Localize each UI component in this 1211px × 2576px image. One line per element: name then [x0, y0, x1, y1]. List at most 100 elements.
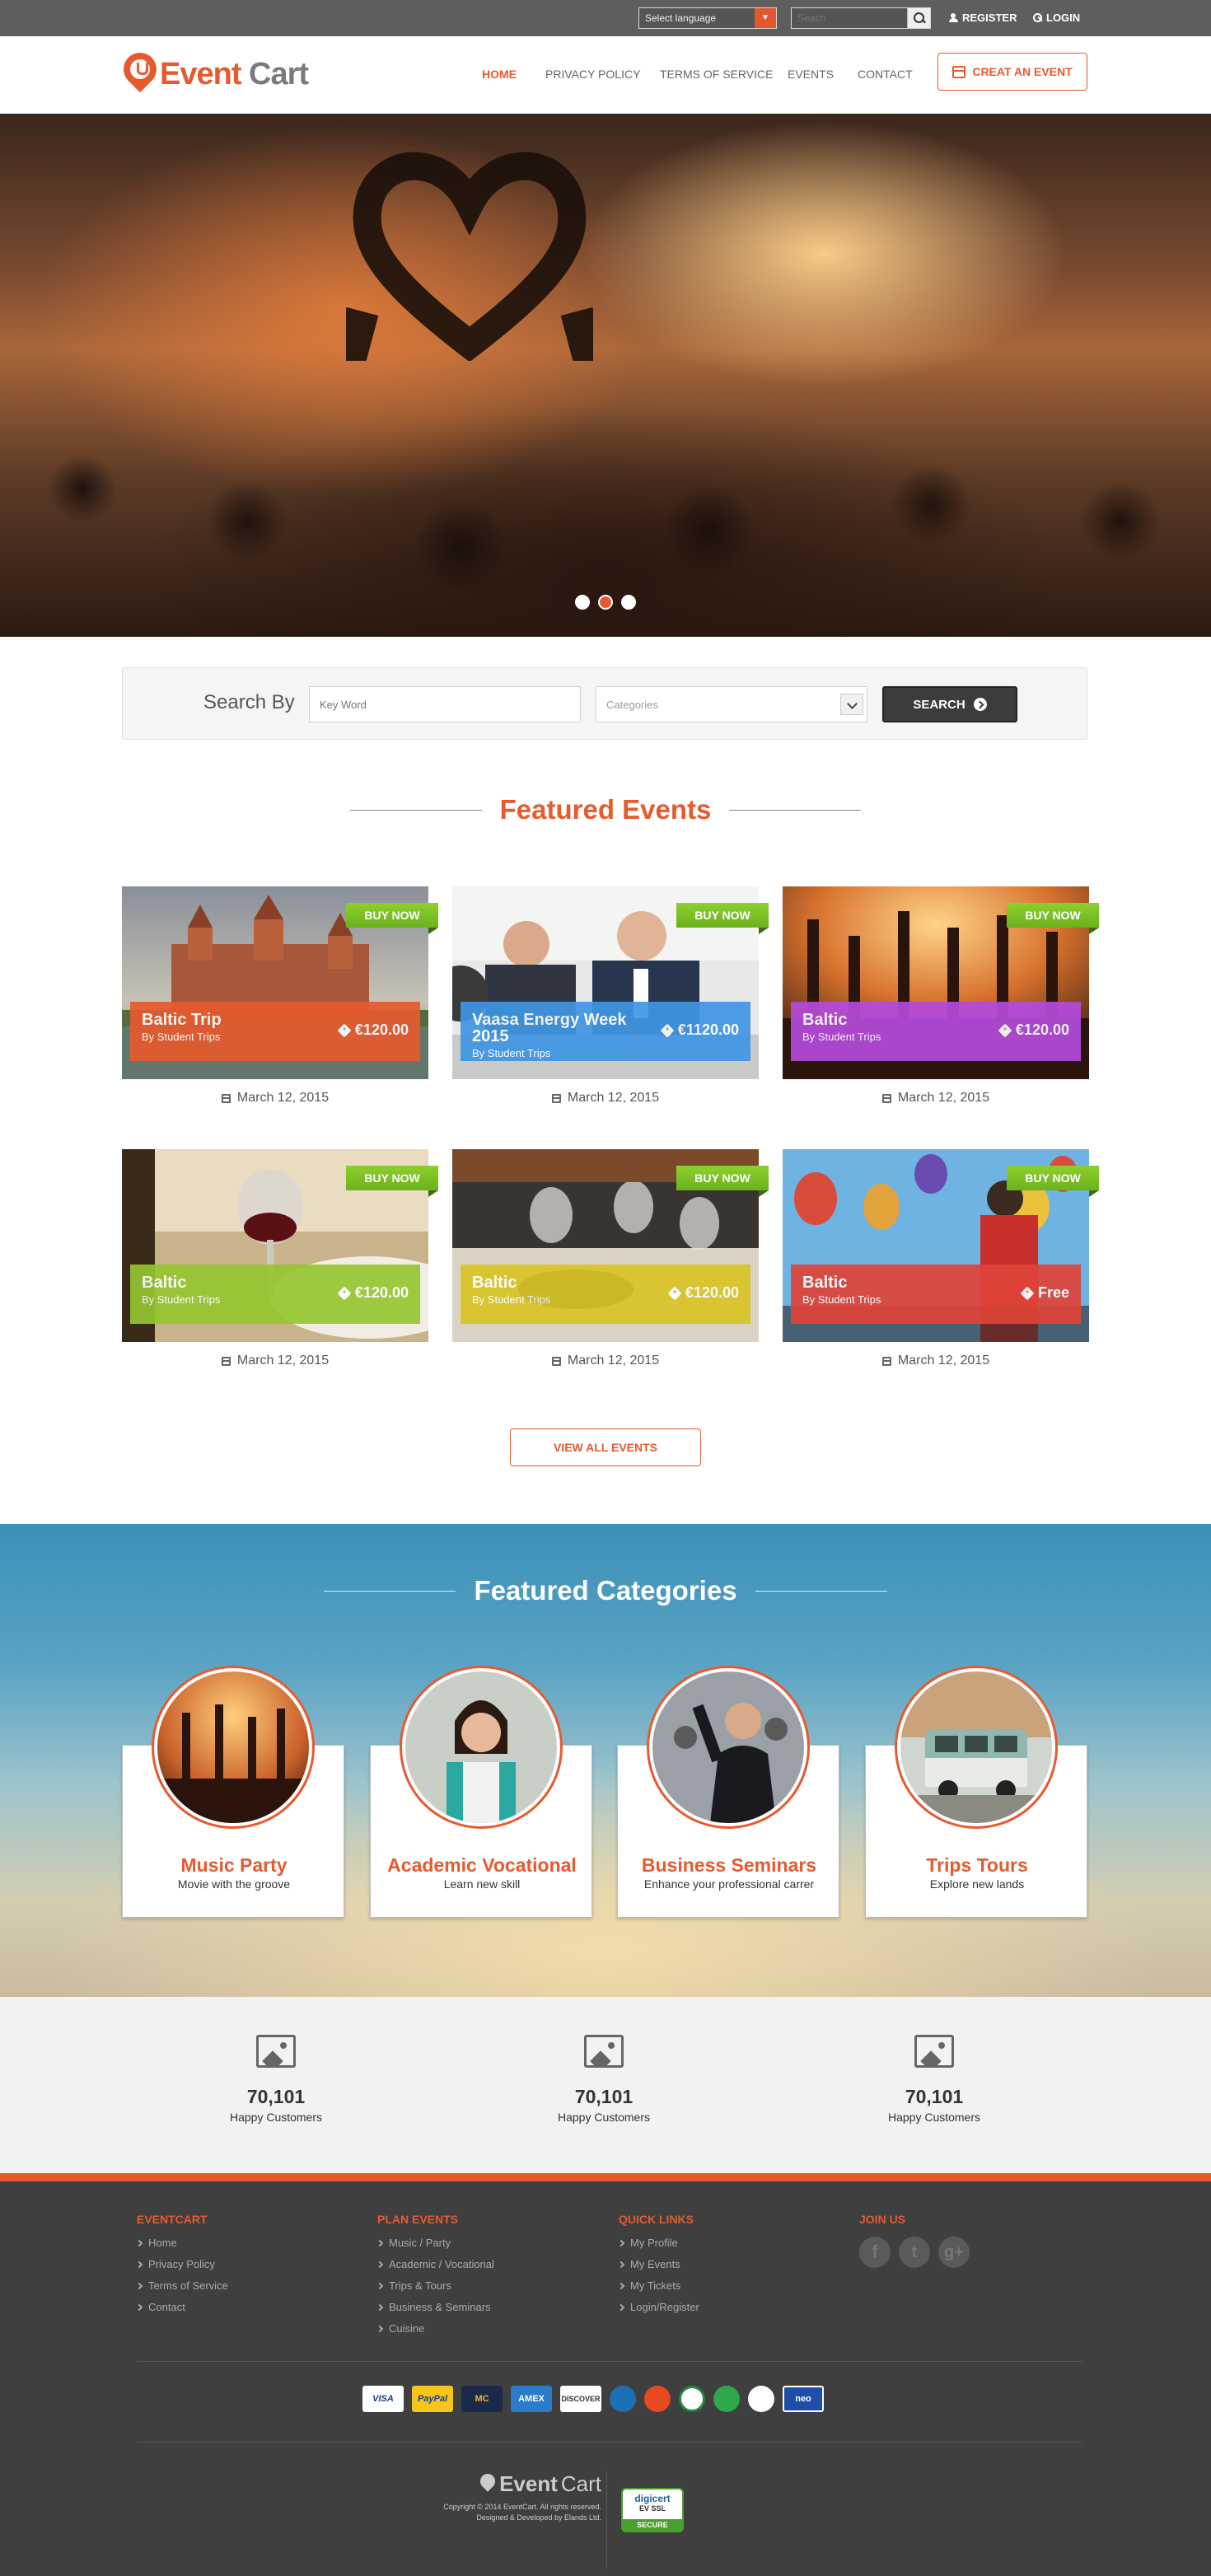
footer-link[interactable]: Home: [135, 2237, 228, 2249]
chevron-right-icon: [617, 2282, 625, 2289]
footer-link[interactable]: Cuisine: [376, 2322, 494, 2335]
category-image-business-seminars[interactable]: [647, 1666, 810, 1829]
chevron-right-icon: [135, 2239, 143, 2246]
chevron-down-icon[interactable]: ▼: [755, 8, 776, 28]
event-card[interactable]: BUY NOW Baltic By Student Trips Free Mar…: [783, 1149, 1099, 1367]
event-search-panel: Search By Categories SEARCH: [122, 667, 1087, 740]
stat-value: 70,101: [905, 2086, 964, 2107]
clover-icon: [679, 2386, 705, 2412]
footer-link[interactable]: My Profile: [617, 2237, 699, 2249]
nav-privacy-policy[interactable]: PRIVACY POLICY: [545, 68, 640, 81]
buy-now-button[interactable]: BUY NOW: [346, 903, 438, 934]
event-organizer: By Student Trips: [472, 1047, 551, 1059]
event-card[interactable]: BUY NOW Baltic By Student Trips €120.00 …: [452, 1149, 769, 1367]
visa-icon: VISA: [362, 2386, 404, 2412]
chevron-right-icon: [617, 2239, 625, 2246]
categories-select[interactable]: Categories: [596, 686, 867, 722]
login-link[interactable]: LOGIN: [1033, 12, 1080, 24]
footer-link[interactable]: Music / Party: [376, 2237, 494, 2249]
category-name: Academic Vocational: [387, 1854, 577, 1876]
chevron-down-icon[interactable]: [840, 694, 863, 715]
event-info-band: Baltic Trip By Student Trips €120.00: [130, 1002, 420, 1061]
footer-link[interactable]: My Tickets: [617, 2279, 699, 2292]
event-title: Baltic: [142, 1274, 187, 1292]
event-info-band: Baltic By Student Trips Free: [791, 1265, 1081, 1324]
featured-events-heading: Featured Events: [0, 794, 1211, 825]
event-date-value: March 12, 2015: [236, 1353, 330, 1367]
nav-home[interactable]: HOME: [482, 68, 517, 81]
footer-link[interactable]: Privacy Policy: [135, 2258, 228, 2270]
event-card[interactable]: BUY NOW Vaasa Energy Week 2015 By Studen…: [452, 886, 769, 1105]
chevron-right-icon: [376, 2282, 384, 2289]
event-card[interactable]: BUY NOW Baltic By Student Trips €120.00 …: [122, 1149, 438, 1367]
nav-contact[interactable]: CONTACT: [858, 68, 913, 81]
footer-link[interactable]: Academic / Vocational: [376, 2258, 494, 2270]
footer-link[interactable]: Business & Seminars: [376, 2301, 494, 2313]
buy-now-button[interactable]: BUY NOW: [676, 903, 769, 934]
view-all-events-button[interactable]: VIEW ALL EVENTS: [510, 1428, 701, 1466]
event-price-value: €120.00: [1015, 1022, 1069, 1038]
discover-icon: DISCOVER: [560, 2386, 601, 2412]
chevron-right-icon: [376, 2239, 384, 2246]
stat-label: Happy Customers: [229, 2111, 323, 2124]
event-price-value: €1120.00: [677, 1022, 739, 1038]
event-card[interactable]: BUY NOW Baltic By Student Trips €120.00 …: [783, 886, 1099, 1105]
event-price-value: €120.00: [685, 1284, 739, 1301]
register-link[interactable]: REGISTER: [949, 12, 1017, 24]
footer-link[interactable]: Terms of Service: [135, 2279, 228, 2292]
footer-link[interactable]: Trips & Tours: [376, 2279, 494, 2292]
logo-text-cart: Cart: [249, 56, 309, 91]
buy-now-button[interactable]: BUY NOW: [676, 1166, 769, 1197]
footer-col-title: QUICK LINKS: [619, 2213, 694, 2226]
facebook-icon[interactable]: f: [859, 2237, 891, 2268]
create-event-button[interactable]: CREAT AN EVENT: [937, 53, 1087, 91]
google-plus-icon[interactable]: g+: [938, 2237, 970, 2268]
footer-col-plan-events: PLAN EVENTS Music / Party Academic / Voc…: [376, 2213, 494, 2344]
top-search-input[interactable]: [792, 8, 907, 28]
twitter-icon[interactable]: t: [899, 2237, 930, 2268]
leaf-icon: [713, 2386, 740, 2412]
event-info-band: Baltic By Student Trips €120.00: [791, 1002, 1081, 1061]
footer-link[interactable]: Contact: [135, 2301, 228, 2313]
arrow-circle-icon: [973, 698, 987, 711]
title-divider: [755, 1590, 887, 1592]
footer-link[interactable]: Login/Register: [617, 2301, 699, 2313]
footer-link[interactable]: My Events: [617, 2258, 699, 2270]
event-card[interactable]: BUY NOW Baltic Trip By Student Trips €12…: [122, 886, 438, 1105]
calendar-icon: [881, 1356, 891, 1366]
register-label: REGISTER: [962, 12, 1017, 24]
slider-dot-1[interactable]: [575, 595, 590, 610]
category-image-academic-vocational[interactable]: [400, 1666, 563, 1829]
footer-logo: Event Cart Copyright © 2014 EventCart. Al…: [437, 2471, 601, 2523]
title-divider: [729, 809, 862, 811]
logo[interactable]: Event Cart: [116, 45, 309, 96]
price-tag-icon: [998, 1023, 1012, 1037]
price-tag-icon: [337, 1023, 352, 1037]
heart-hands-image: [346, 152, 593, 361]
footer-col-eventcart: EVENTCART Home Privacy Policy Terms of S…: [135, 2213, 228, 2322]
search-button[interactable]: SEARCH: [882, 686, 1017, 722]
footer-logo-event: Event: [499, 2471, 558, 2496]
event-price: €1120.00: [660, 1022, 739, 1039]
footer-link-label: Academic / Vocational: [389, 2258, 494, 2270]
search-icon[interactable]: [907, 8, 930, 28]
slider-dot-2[interactable]: [598, 595, 613, 610]
nav-events[interactable]: EVENTS: [788, 68, 834, 81]
slider-dot-3[interactable]: [621, 595, 636, 610]
ssl-badge[interactable]: digicert EV SSL SECURE: [621, 2488, 684, 2532]
buy-now-button[interactable]: BUY NOW: [1007, 903, 1099, 934]
language-select[interactable]: Select language ▼: [638, 7, 777, 29]
unionpay-icon: [644, 2386, 671, 2412]
nav-terms-of-service[interactable]: TERMS OF SERVICE: [660, 68, 773, 81]
buy-now-button[interactable]: BUY NOW: [346, 1166, 438, 1197]
category-subtitle: Movie with the groove: [177, 1877, 291, 1891]
footer-col-quick-links: QUICK LINKS My Profile My Events My Tick…: [617, 2213, 699, 2322]
buy-now-button[interactable]: BUY NOW: [1007, 1166, 1099, 1197]
image-placeholder-icon: [584, 2035, 624, 2068]
price-tag-icon: [337, 1286, 352, 1300]
category-image-trips-tours[interactable]: [895, 1666, 1058, 1829]
keyword-input[interactable]: [309, 686, 581, 722]
stat-label: Happy Customers: [887, 2111, 981, 2124]
category-image-music-party[interactable]: [152, 1666, 315, 1829]
social-links: f t g+: [859, 2237, 970, 2268]
